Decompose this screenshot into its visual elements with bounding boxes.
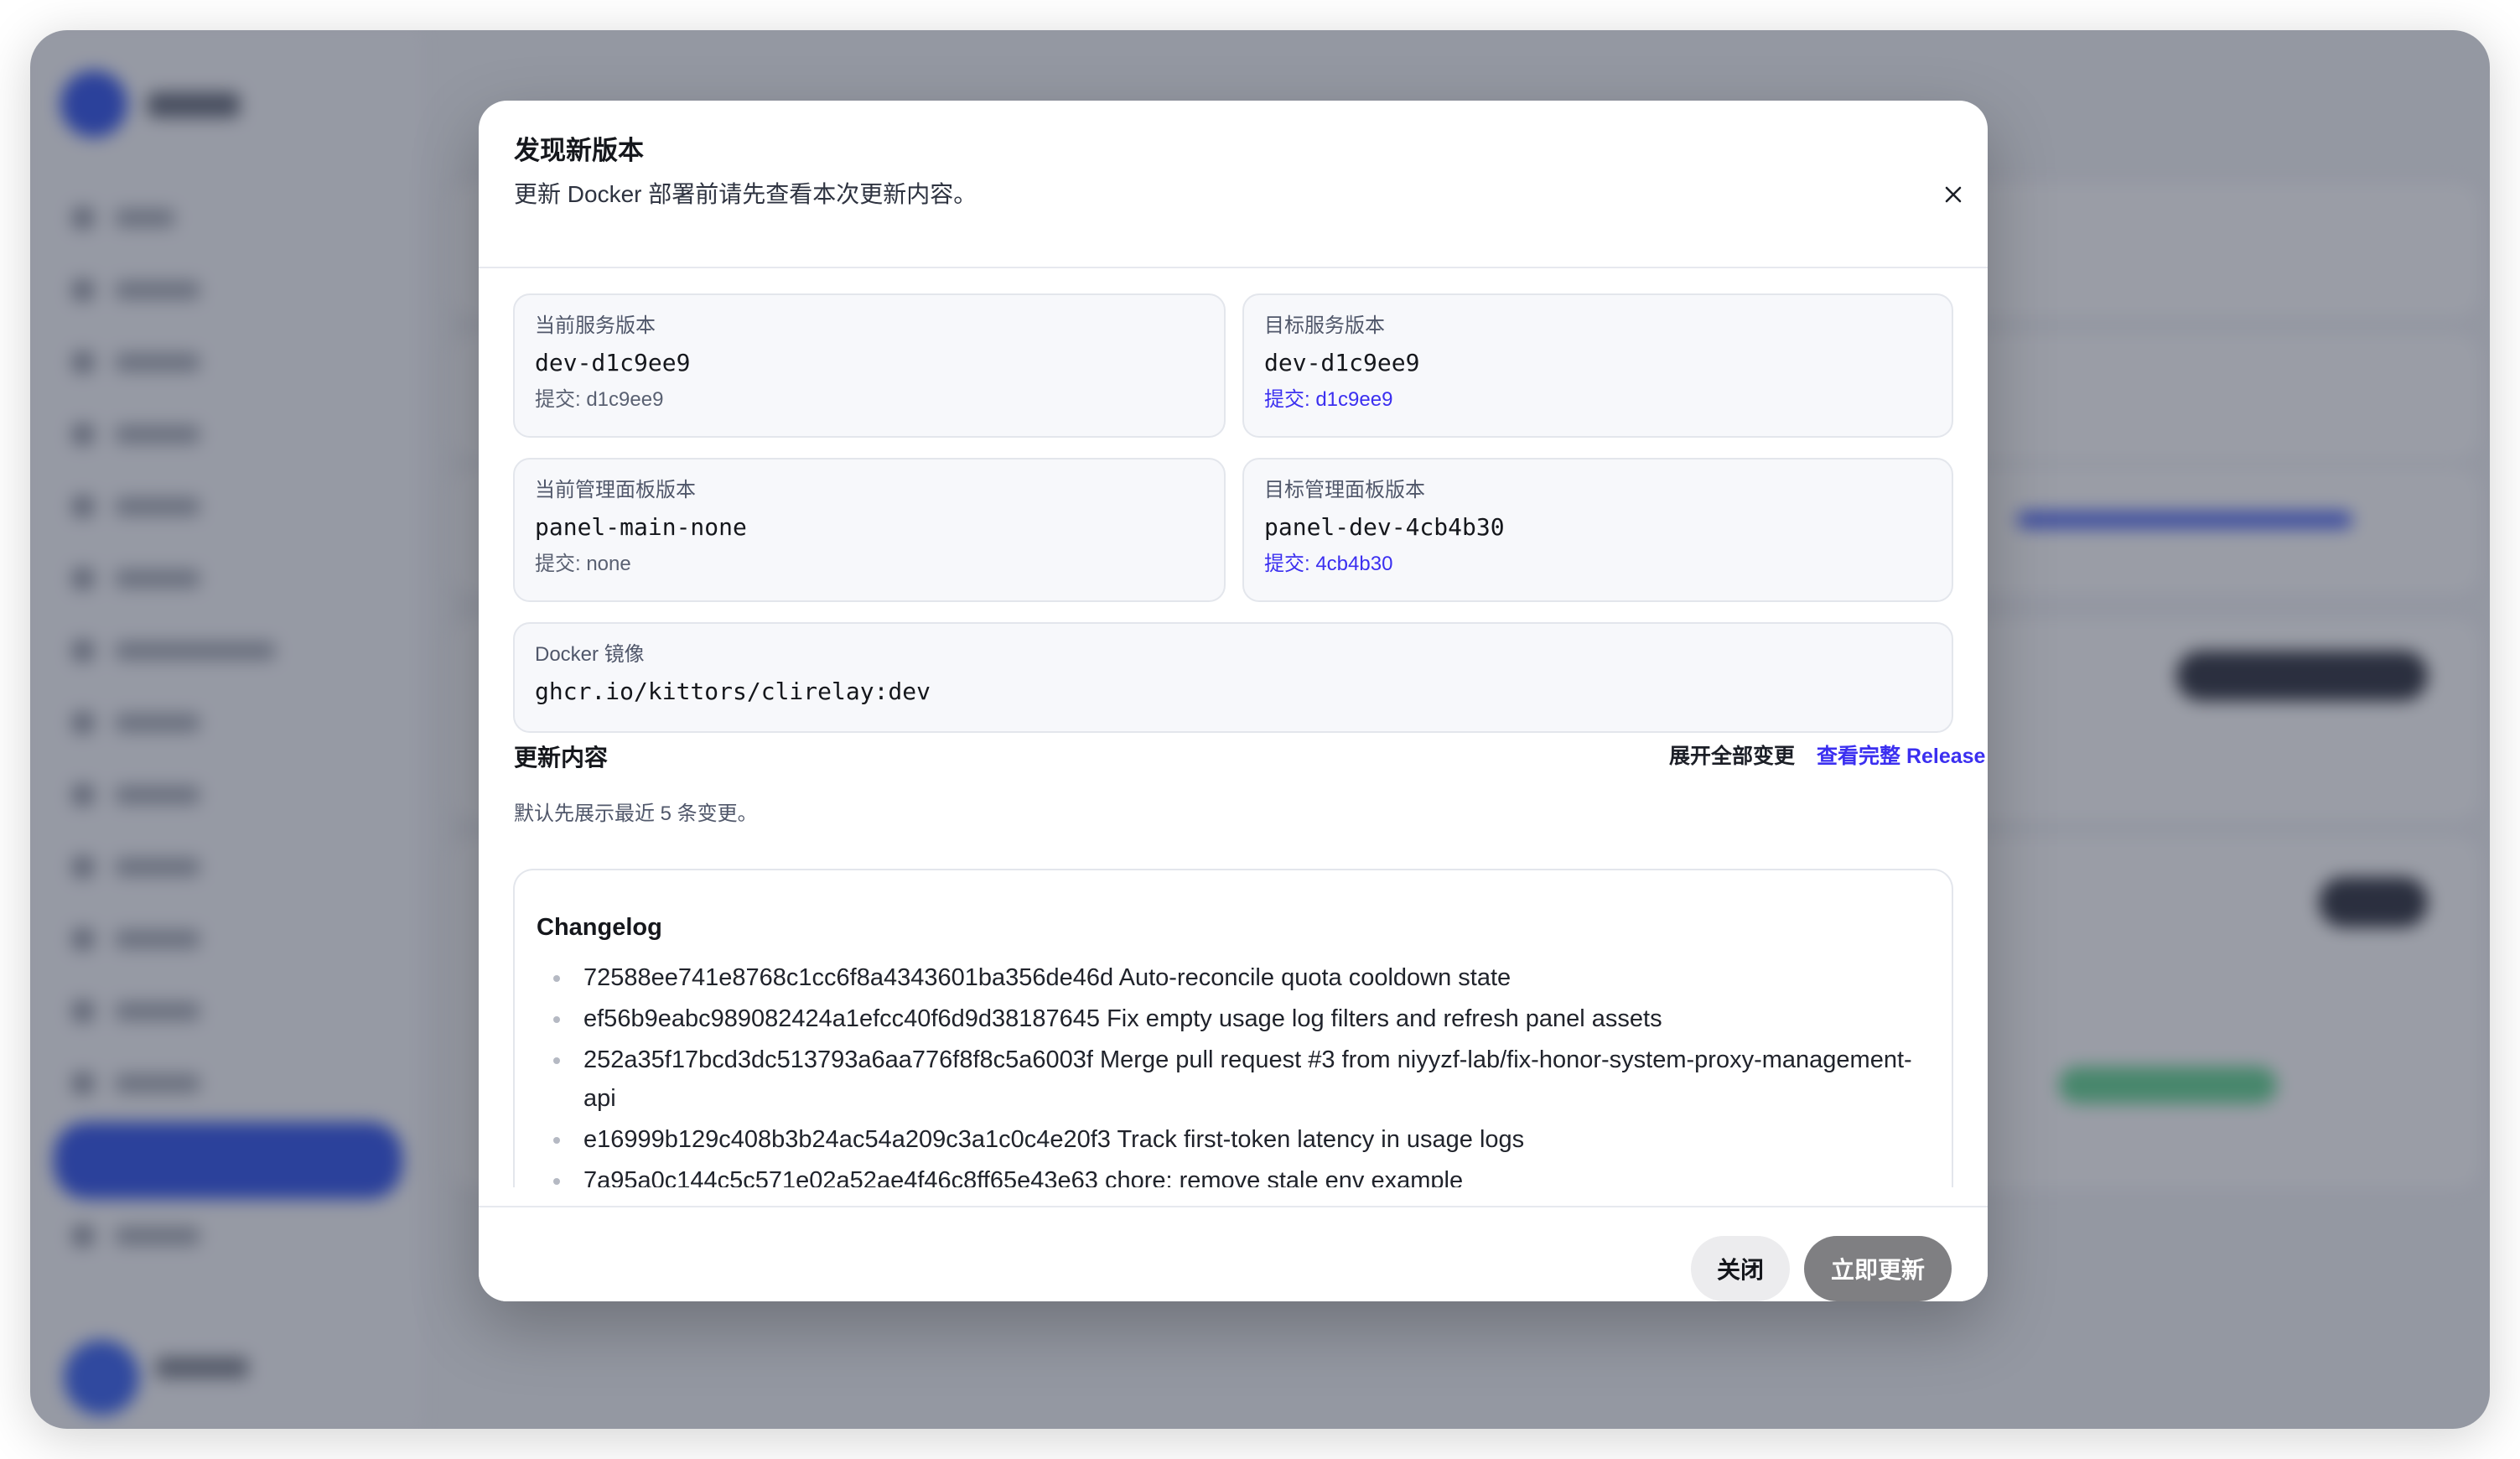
target-panel-version-card: 目标管理面板版本 panel-dev-4cb4b30 提交: 4cb4b30 <box>1242 458 1953 602</box>
card-value: panel-dev-4cb4b30 <box>1264 513 1505 541</box>
card-label: 当前管理面板版本 <box>535 479 696 501</box>
dialog-title: 发现新版本 <box>514 136 644 165</box>
current-service-version-card: 当前服务版本 dev-d1c9ee9 提交: d1c9ee9 <box>513 293 1226 438</box>
changelog-list: 72588ee741e8768c1cc6f8a4343601ba356de46d… <box>537 958 1930 1187</box>
docker-image-value: ghcr.io/kittors/clirelay:dev <box>535 678 931 705</box>
expand-all-changes-button[interactable]: 展开全部变更 <box>1669 740 1795 770</box>
close-icon[interactable] <box>1931 173 1975 216</box>
card-label: 目标管理面板版本 <box>1264 479 1425 501</box>
dialog-subtitle: 更新 Docker 部署前请先查看本次更新内容。 <box>514 181 977 207</box>
update-dialog: 发现新版本 更新 Docker 部署前请先查看本次更新内容。 当前服务版本 de… <box>479 101 1988 1301</box>
docker-image-card: Docker 镜像 ghcr.io/kittors/clirelay:dev <box>513 622 1953 733</box>
changelog-item: 7a95a0c144c5c571e02a52ae4f46c8ff65e43e63… <box>537 1161 1930 1187</box>
card-label: 目标服务版本 <box>1264 314 1385 337</box>
card-commit-link[interactable]: 提交: 4cb4b30 <box>1264 552 1931 577</box>
changelog-title: Changelog <box>537 914 662 941</box>
current-panel-version-card: 当前管理面板版本 panel-main-none 提交: none <box>513 458 1226 602</box>
update-now-button[interactable]: 立即更新 <box>1804 1236 1952 1301</box>
card-value: dev-d1c9ee9 <box>1264 349 1420 376</box>
changes-hint: 默认先展示最近 5 条变更。 <box>514 802 758 825</box>
dialog-header: 发现新版本 更新 Docker 部署前请先查看本次更新内容。 <box>479 101 1988 268</box>
changelog-item: ef56b9eabc989082424a1efcc40f6d9d38187645… <box>537 999 1930 1038</box>
card-label: 当前服务版本 <box>535 314 656 337</box>
card-value: dev-d1c9ee9 <box>535 349 691 376</box>
changelog-item: 252a35f17bcd3dc513793a6aa776f8f8c5a6003f… <box>537 1041 1930 1118</box>
view-release-link[interactable]: 查看完整 Release <box>1817 740 1985 770</box>
card-value: panel-main-none <box>535 513 747 541</box>
card-commit: 提交: none <box>535 553 631 575</box>
changelog-item: 72588ee741e8768c1cc6f8a4343601ba356de46d… <box>537 958 1930 997</box>
card-commit-link[interactable]: 提交: d1c9ee9 <box>1264 387 1931 413</box>
changes-section-title: 更新内容 <box>514 745 609 771</box>
close-icon-glyph <box>1945 186 1962 203</box>
changelog-panel[interactable]: Changelog 72588ee741e8768c1cc6f8a4343601… <box>513 869 1953 1187</box>
card-label: Docker 镜像 <box>535 643 645 666</box>
changelog-item: e16999b129c408b3b24ac54a209c3a1c0c4e20f3… <box>537 1120 1930 1159</box>
target-service-version-card: 目标服务版本 dev-d1c9ee9 提交: d1c9ee9 <box>1242 293 1953 438</box>
close-button[interactable]: 关闭 <box>1691 1236 1790 1301</box>
card-commit: 提交: d1c9ee9 <box>535 388 664 411</box>
